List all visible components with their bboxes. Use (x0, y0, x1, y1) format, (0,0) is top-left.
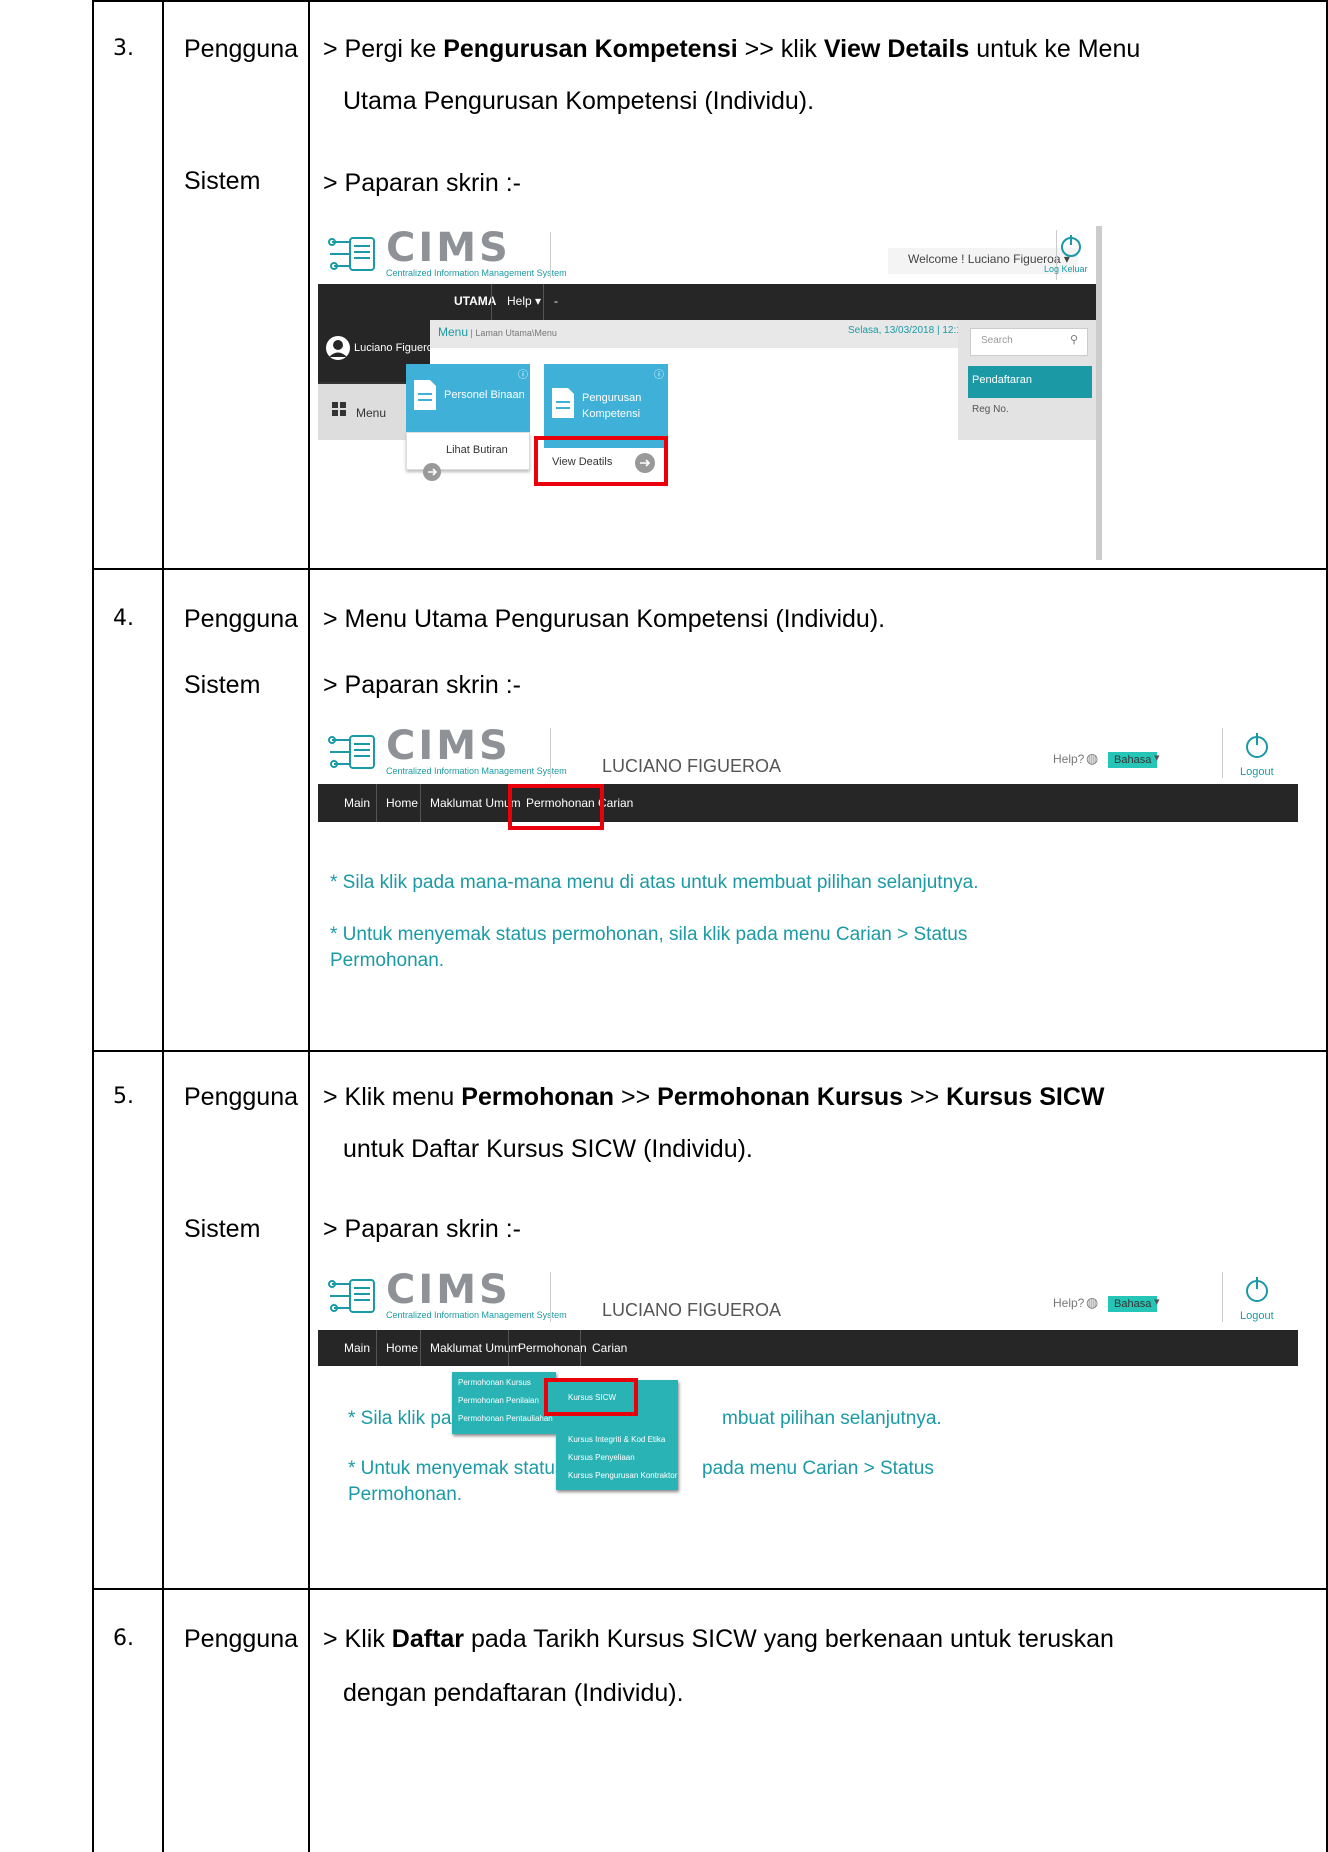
top-nav-bar (318, 284, 1096, 320)
instruction-message: * Untuk menyemak status permohonan, sila… (330, 924, 968, 945)
system-text: > Paparan skrin :- (323, 671, 522, 699)
role-system: Sistem (184, 1215, 261, 1243)
circuit-logo-icon (328, 237, 375, 271)
date-display: Selasa, 13/03/2018 | 12:10 (848, 325, 968, 336)
role-user: Pengguna (184, 605, 299, 633)
power-icon[interactable] (1242, 730, 1272, 760)
avatar (326, 336, 350, 360)
user-name-heading: LUCIANO FIGUEROA (602, 1300, 782, 1320)
dropdown-item[interactable]: Permohonan Pentauliahan (458, 1414, 553, 1423)
dropdown-item[interactable]: Kursus Integriti & Kod Etika (568, 1435, 665, 1444)
step-instruction: > Menu Utama Pengurusan Kompetensi (Indi… (323, 605, 886, 633)
nav-main[interactable]: Main (344, 796, 370, 810)
cims-logo: CIMS Centralized Information Management … (328, 228, 567, 280)
step-instruction-cont: untuk Daftar Kursus SICW (Individu). (343, 1135, 753, 1163)
sidebar-username: Luciano Figueroa (354, 342, 440, 354)
circuit-logo-icon (328, 735, 375, 769)
language-select[interactable]: Bahasa (1108, 752, 1158, 768)
screenshot-main-menu: CIMS Centralized Information Management … (318, 724, 1298, 1042)
nav-home[interactable]: Home (386, 796, 418, 810)
nav-home[interactable]: Home (386, 1341, 418, 1355)
header-separator (550, 232, 551, 278)
circuit-logo-icon (328, 1279, 375, 1313)
document-icon (414, 380, 436, 410)
row-number: 4. (113, 606, 134, 631)
logout-link[interactable]: Logout (1240, 1310, 1274, 1322)
role-user: Pengguna (184, 1625, 299, 1653)
instruction-message: * Sila klik pada mana-mana menu di atas … (330, 872, 979, 893)
dropdown-item[interactable]: Permohonan Kursus (458, 1378, 531, 1387)
user-name-heading: LUCIANO FIGUEROA (602, 756, 782, 776)
system-text: > Paparan skrin :- (323, 169, 522, 197)
side-item[interactable]: Reg No. (972, 404, 1009, 415)
instruction-message: Permohonan. (330, 950, 445, 971)
info-icon: ⓘ (654, 370, 664, 381)
breadcrumb: Menu | Laman Utama\Menu (438, 325, 557, 339)
role-system: Sistem (184, 167, 261, 195)
dropdown-item[interactable]: Permohonan Penilaian (458, 1396, 539, 1405)
search-icon: ⚲ (1070, 334, 1079, 346)
screenshot-cims-dashboard: CIMS Centralized Information Management … (318, 226, 1293, 560)
info-icon: ⓘ (518, 370, 528, 381)
row-number: 5. (113, 1084, 134, 1109)
cims-logo: CIMS Centralized Information Management … (328, 726, 567, 778)
step-instruction-cont: dengan pendaftaran (Individu). (343, 1679, 684, 1707)
globe-icon: ◍ (1086, 750, 1099, 766)
row-divider-4-5 (92, 1050, 1328, 1052)
logout-link[interactable]: Logout (1240, 766, 1274, 778)
power-icon[interactable] (1058, 232, 1084, 258)
search-input[interactable]: Search (981, 335, 1013, 346)
step-instruction: > Pergi ke Pengurusan Kompetensi >> klik… (323, 35, 1141, 63)
row-divider-3-4 (92, 568, 1328, 570)
table-col-divider-2 (308, 0, 310, 1852)
highlight-permohonan (508, 784, 604, 830)
table-col-divider-1 (162, 0, 164, 1852)
highlight-view-details (534, 436, 668, 486)
nav-permohonan[interactable]: Permohonan (518, 1341, 587, 1355)
highlight-kursus-sicw (544, 1378, 638, 1416)
step-instruction: > Klik Daftar pada Tarikh Kursus SICW ya… (323, 1625, 1114, 1653)
chevron-down-icon: ▾ (1154, 752, 1160, 764)
row-divider-5-6 (92, 1588, 1328, 1590)
dropdown-item[interactable]: Kursus Penyeliaan (568, 1453, 635, 1462)
globe-icon: ◍ (1086, 1294, 1099, 1310)
power-icon[interactable] (1242, 1274, 1272, 1304)
screenshot-permohonan-dropdown: CIMS Centralized Information Management … (318, 1268, 1298, 1580)
instruction-message: Permohonan. (348, 1484, 463, 1505)
table-top-border (92, 0, 1328, 2)
language-select[interactable]: Bahasa (1108, 1296, 1158, 1312)
row-number: 6. (113, 1626, 134, 1651)
logout-link[interactable]: Log Keluar (1044, 264, 1088, 274)
document-icon (552, 388, 574, 418)
nav-main[interactable]: Main (344, 1341, 370, 1355)
role-user: Pengguna (184, 1083, 299, 1111)
chevron-down-icon: ▾ (1154, 1296, 1160, 1308)
help-link[interactable]: Help? (1053, 1296, 1084, 1310)
sidebar-menu-label: Menu (356, 406, 387, 420)
instruction-message: mbuat pilihan selanjutnya. (722, 1408, 942, 1429)
instruction-message: pada menu Carian > Status (702, 1458, 934, 1479)
cims-logo: CIMS Centralized Information Management … (328, 1270, 567, 1322)
step-instruction: > Klik menu Permohonan >> Permohonan Kur… (323, 1083, 1105, 1111)
row-number: 3. (113, 36, 134, 61)
role-system: Sistem (184, 671, 261, 699)
nav-help[interactable]: Help ▾ (507, 294, 541, 308)
grid-icon (332, 402, 346, 416)
table-left-border (92, 0, 94, 1852)
system-text: > Paparan skrin :- (323, 1215, 522, 1243)
nav-dash[interactable]: - (554, 294, 558, 308)
step-instruction-cont: Utama Pengurusan Kompetensi (Individu). (343, 87, 815, 115)
nav-carian[interactable]: Carian (592, 1341, 627, 1355)
help-link[interactable]: Help? (1053, 752, 1084, 766)
dropdown-item[interactable]: Kursus Pengurusan Kontraktor (568, 1471, 677, 1480)
role-user: Pengguna (184, 35, 299, 63)
arrow-circle-icon[interactable] (422, 462, 442, 482)
